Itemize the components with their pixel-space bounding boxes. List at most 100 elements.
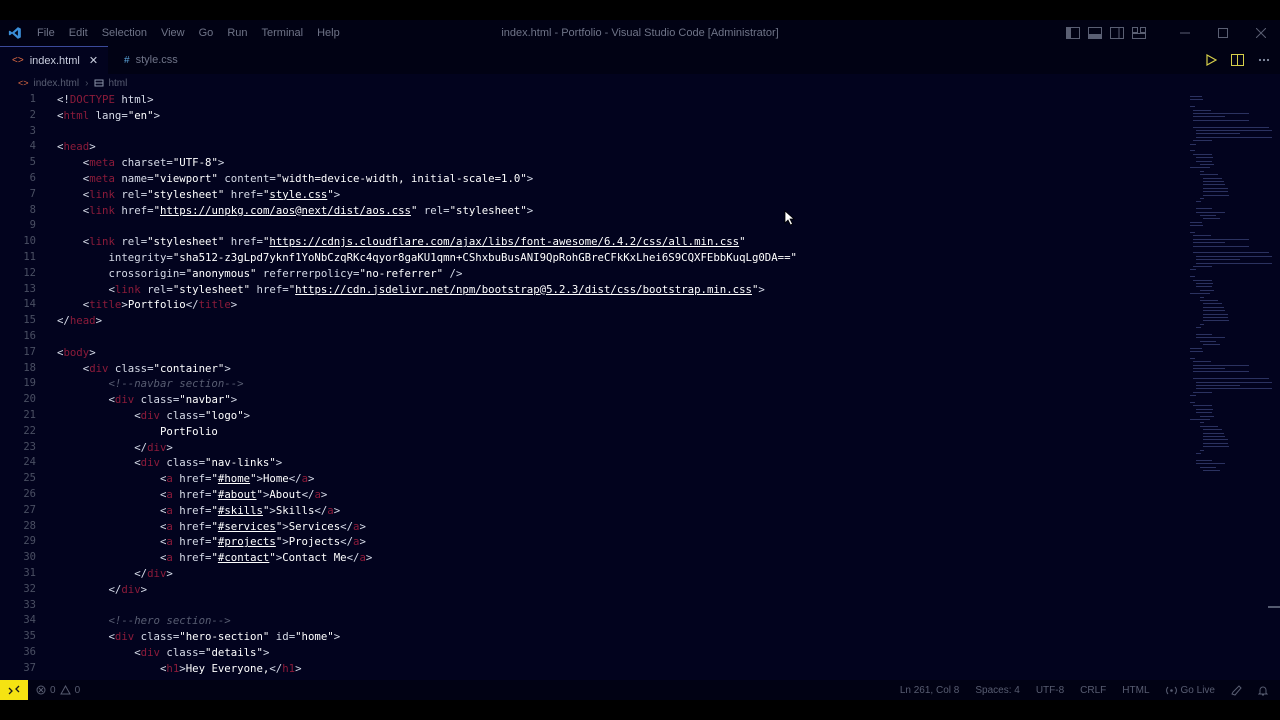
code-token: h1 <box>166 661 180 675</box>
line-number: 29 <box>23 535 36 548</box>
problems-indicator[interactable]: 0 0 <box>36 685 80 696</box>
code-line[interactable]: <a href="#home">Home</a> <box>57 471 1188 487</box>
menu-go[interactable]: Go <box>192 20 221 46</box>
code-line[interactable]: integrity="sha512-z3gLpd7yknf1YoNbCzqRKc… <box>57 250 1188 266</box>
menu-edit[interactable]: Edit <box>62 20 95 46</box>
code-line[interactable]: <title>Portfolio</title> <box>57 297 1188 313</box>
code-token: > <box>262 645 270 659</box>
code-token: rel <box>417 203 444 217</box>
code-token: "nav-links" <box>205 456 276 470</box>
code-line[interactable]: <link href="https://unpkg.com/aos@next/d… <box>57 203 1188 219</box>
code-line[interactable]: <h1>Hey Everyone,</h1> <box>57 661 1188 677</box>
minimap-line <box>1199 340 1217 342</box>
code-token: > <box>295 661 302 675</box>
code-line[interactable]: <div class="logo"> <box>57 408 1188 424</box>
menu-terminal[interactable]: Terminal <box>255 20 311 46</box>
code-line[interactable]: <!--hero section--> <box>57 613 1188 629</box>
code-token: > <box>758 282 765 296</box>
code-line[interactable]: <div class="nav-links"> <box>57 455 1188 471</box>
menu-selection[interactable]: Selection <box>95 20 154 46</box>
more-actions-icon[interactable] <box>1258 58 1270 62</box>
code-area[interactable]: <!DOCTYPE html> <html lang="en"> <head> <m… <box>57 92 1188 676</box>
tab-index-html[interactable]: <> index.html ✕ <box>0 46 109 74</box>
code-line[interactable]: <link rel="stylesheet" href="https://cdn… <box>57 282 1188 298</box>
code-line[interactable]: <meta charset="UTF-8"> <box>57 155 1188 171</box>
toggle-primary-sidebar-icon[interactable] <box>1066 27 1080 39</box>
code-token: class <box>159 645 199 659</box>
end-of-line[interactable]: CRLF <box>1080 685 1106 696</box>
minimap-line <box>1193 361 1211 363</box>
menu-file[interactable]: File <box>30 20 62 46</box>
encoding[interactable]: UTF-8 <box>1036 685 1064 696</box>
breadcrumb-symbol[interactable]: html <box>108 78 127 89</box>
code-editor[interactable]: 1 2 3 4 5 6 7 8 9 10 11 12 13 14 15 16 17 18 19 20 21 22 23 24 2… <box>0 92 1280 680</box>
code-line[interactable]: <body> <box>57 345 1188 361</box>
toggle-secondary-sidebar-icon[interactable] <box>1110 27 1124 39</box>
code-line[interactable]: <div class="details"> <box>57 645 1188 661</box>
line-number: 1 <box>29 93 36 105</box>
code-token: </ <box>108 582 122 596</box>
go-live-button[interactable]: Go Live <box>1165 684 1215 696</box>
code-line[interactable]: <a href="#skills">Skills</a> <box>57 503 1188 519</box>
notifications-bell-icon[interactable] <box>1258 685 1268 696</box>
code-token: > <box>95 314 103 328</box>
menu-run[interactable]: Run <box>220 20 254 46</box>
line-number: 12 <box>23 266 36 279</box>
code-line[interactable]: </head> <box>57 313 1188 329</box>
minimap[interactable] <box>1190 92 1273 472</box>
code-line[interactable]: <a href="#services">Services</a> <box>57 519 1188 535</box>
code-line[interactable]: crossorigin="anonymous" referrerpolicy="… <box>57 266 1188 282</box>
go-live-label: Go Live <box>1180 684 1215 696</box>
code-token: <! <box>57 93 70 106</box>
code-line[interactable]: PortFolio <box>57 424 1188 440</box>
code-line[interactable]: <div class="hero-section" id="home"> <box>57 629 1188 645</box>
code-line[interactable]: <div class="container"> <box>57 361 1188 377</box>
code-line[interactable]: <!--navbar section--> <box>57 376 1188 392</box>
line-number: 32 <box>23 582 36 595</box>
code-line[interactable]: <!DOCTYPE html> <box>57 92 1188 108</box>
code-token: class <box>134 630 173 644</box>
minimize-button[interactable] <box>1166 20 1204 46</box>
menu-help[interactable]: Help <box>310 20 347 46</box>
code-line[interactable]: </div> <box>57 582 1188 598</box>
cursor-position[interactable]: Ln 261, Col 8 <box>900 685 960 696</box>
customize-layout-icon[interactable] <box>1132 27 1146 39</box>
title-bar: File Edit Selection View Go Run Terminal… <box>0 20 1280 46</box>
breadcrumb-file[interactable]: index.html <box>34 78 80 89</box>
minimap-line <box>1196 327 1202 329</box>
code-line[interactable]: <head> <box>57 139 1188 155</box>
vscode-logo-icon[interactable] <box>0 20 30 46</box>
code-line[interactable]: </div> <box>57 566 1188 582</box>
feedback-icon[interactable] <box>1231 684 1242 696</box>
run-icon[interactable] <box>1205 54 1217 66</box>
scrollbar-marker[interactable] <box>1268 606 1280 608</box>
toggle-panel-icon[interactable] <box>1088 27 1102 39</box>
code-line[interactable]: <link rel="stylesheet" href="https://cdn… <box>57 234 1188 250</box>
split-editor-icon[interactable] <box>1231 54 1244 66</box>
menu-view[interactable]: View <box>154 20 192 46</box>
code-line[interactable] <box>57 124 1188 140</box>
code-line[interactable]: </div> <box>57 440 1188 456</box>
indentation[interactable]: Spaces: 4 <box>975 685 1019 696</box>
language-mode[interactable]: HTML <box>1122 685 1149 696</box>
code-line[interactable] <box>57 218 1188 234</box>
code-line[interactable] <box>57 329 1188 345</box>
close-tab-icon[interactable]: ✕ <box>89 54 98 67</box>
code-line[interactable]: <a href="#projects">Projects</a> <box>57 534 1188 550</box>
close-window-button[interactable] <box>1242 20 1280 46</box>
code-line[interactable]: <div class="navbar"> <box>57 392 1188 408</box>
code-line[interactable]: <html lang="en"> <box>57 108 1188 124</box>
minimap-line <box>1193 119 1250 121</box>
minimap-line <box>1190 402 1195 403</box>
code-line[interactable]: <a href="#about">About</a> <box>57 487 1188 503</box>
code-line[interactable]: <link rel="stylesheet" href="style.css"> <box>57 187 1188 203</box>
code-line[interactable]: <meta name="viewport" content="width=dev… <box>57 171 1188 187</box>
maximize-button[interactable] <box>1204 20 1242 46</box>
css-file-icon: # <box>124 54 130 66</box>
tab-style-css[interactable]: # style.css <box>108 46 218 74</box>
minimap-line <box>1190 357 1195 359</box>
remote-button[interactable] <box>0 680 28 700</box>
code-line[interactable] <box>57 598 1188 614</box>
code-line[interactable]: <a href="#contact">Contact Me</a> <box>57 550 1188 566</box>
